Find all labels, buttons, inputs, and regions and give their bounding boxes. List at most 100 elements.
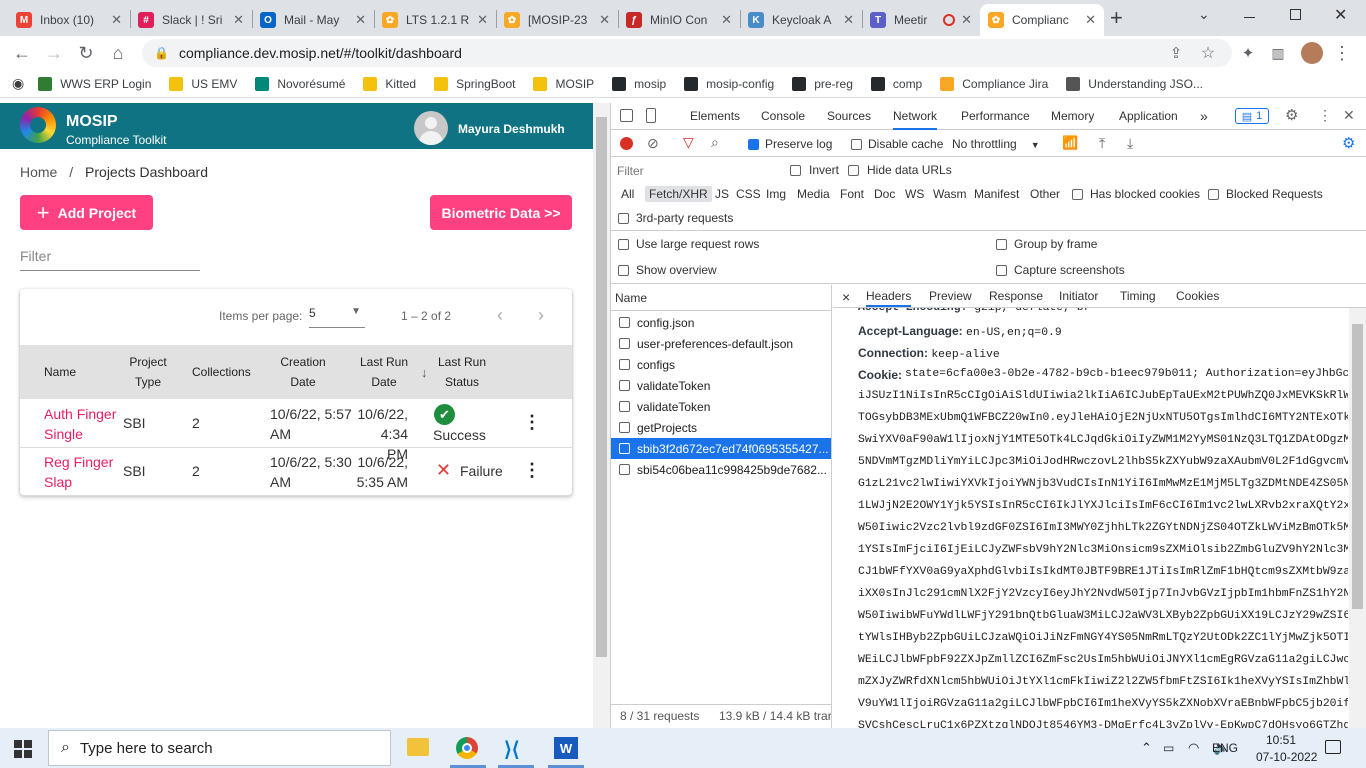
bookmark-item[interactable]: SpringBoot <box>434 76 515 91</box>
devtools-tab[interactable]: Memory <box>1051 103 1094 130</box>
browser-tab[interactable]: ✿ Complianc ✕ <box>980 4 1104 36</box>
request-type-filter[interactable]: Media <box>793 186 834 202</box>
request-type-filter[interactable]: Font <box>836 186 868 202</box>
details-scrollbar[interactable] <box>1349 308 1366 728</box>
restore-icon[interactable] <box>1290 9 1301 20</box>
request-type-filter[interactable]: JS <box>711 186 733 202</box>
chrome-icon[interactable] <box>456 737 478 759</box>
bookmark-item[interactable]: Novorésumé <box>255 76 345 91</box>
inspect-element-icon[interactable] <box>620 109 633 122</box>
bookmark-item[interactable]: pre-reg <box>792 76 853 91</box>
wifi-icon[interactable]: ◠ <box>1188 740 1199 756</box>
bookmark-star-icon[interactable]: ☆ <box>1196 41 1220 65</box>
request-type-filter[interactable]: CSS <box>732 186 765 202</box>
devtools-tab[interactable]: Network <box>893 103 938 130</box>
issues-badge[interactable]: ▤ 1 <box>1235 108 1269 124</box>
filter-input[interactable]: Filter <box>20 248 200 271</box>
close-tab-icon[interactable]: ✕ <box>233 12 244 28</box>
previous-page-icon[interactable]: ‹ <box>497 305 503 326</box>
project-name-link[interactable]: Auth Finger Single <box>44 404 116 444</box>
devtools-tab[interactable]: Application <box>1119 103 1178 130</box>
disable-cache-checkbox[interactable]: Disable cache <box>851 137 943 151</box>
close-tab-icon[interactable]: ✕ <box>721 12 732 28</box>
page-scrollbar[interactable] <box>593 103 610 728</box>
file-explorer-icon[interactable] <box>407 738 429 756</box>
language-indicator[interactable]: ENG <box>1212 741 1238 755</box>
col-name[interactable]: Name <box>44 362 76 382</box>
detail-tab[interactable]: Response <box>989 285 1043 307</box>
browser-tab[interactable]: ✿ [MOSIP-23 ✕ <box>496 4 618 36</box>
col-last-run-status[interactable]: Last Run Status <box>434 352 490 392</box>
show-hidden-icons-icon[interactable]: ⌃ <box>1141 740 1152 756</box>
bookmark-item[interactable]: comp <box>870 76 922 91</box>
search-icon[interactable]: ⌕ <box>711 134 719 151</box>
close-tab-icon[interactable]: ✕ <box>843 12 854 28</box>
export-har-icon[interactable]: ⤓ <box>1127 135 1133 152</box>
preserve-log-checkbox[interactable]: Preserve log <box>748 137 832 151</box>
breadcrumb-home[interactable]: Home <box>20 164 57 180</box>
detail-tab[interactable]: Preview <box>929 285 972 307</box>
request-item[interactable]: user-preferences-default.json <box>611 333 831 354</box>
address-bar[interactable]: 🔒 compliance.dev.mosip.net/#/toolkit/das… <box>142 39 1232 67</box>
close-tab-icon[interactable]: ✕ <box>355 12 366 28</box>
bookmark-item[interactable]: WWS ERP Login <box>38 76 151 91</box>
items-per-page-select[interactable]: 5 ▼ <box>309 306 365 328</box>
request-type-filter[interactable]: Img <box>762 186 790 202</box>
col-project-type[interactable]: Project Type <box>124 352 172 392</box>
side-panel-icon[interactable]: ▥ <box>1266 41 1290 65</box>
bookmark-item[interactable]: Understanding JSO... <box>1066 76 1203 91</box>
close-devtools-icon[interactable]: ✕ <box>1343 107 1355 124</box>
forward-icon[interactable]: → <box>42 41 66 65</box>
clock-date[interactable]: 07-10-2022 <box>1256 750 1317 764</box>
detail-tab[interactable]: Headers <box>866 285 912 307</box>
request-type-filter[interactable]: All <box>617 186 638 202</box>
request-type-filter[interactable]: WS <box>901 186 928 202</box>
record-icon[interactable] <box>620 137 633 150</box>
devtools-tab[interactable]: Console <box>761 103 805 130</box>
extensions-icon[interactable]: ✦ <box>1236 41 1260 65</box>
bookmark-item[interactable]: Kitted <box>363 76 416 91</box>
clear-icon[interactable]: ⊘ <box>647 135 659 152</box>
request-item[interactable]: validateToken <box>611 375 831 396</box>
settings-gear-icon[interactable]: ⚙ <box>1285 106 1298 124</box>
request-type-filter[interactable]: Fetch/XHR <box>645 186 712 202</box>
add-project-button[interactable]: + Add Project <box>20 195 153 230</box>
browser-tab[interactable]: T Meetir ✕ <box>862 4 980 36</box>
kebab-menu-icon[interactable]: ⋮ <box>1330 41 1354 65</box>
more-tabs-icon[interactable]: » <box>1200 108 1208 124</box>
devtools-tab[interactable]: Elements <box>690 103 740 130</box>
request-item[interactable]: getProjects <box>611 417 831 438</box>
browser-tab[interactable]: K Keycloak A ✕ <box>740 4 862 36</box>
devtools-tab[interactable]: Sources <box>827 103 871 130</box>
close-tab-icon[interactable]: ✕ <box>477 12 488 28</box>
close-tab-icon[interactable]: ✕ <box>1085 12 1096 28</box>
chevron-down-icon[interactable]: ⌄ <box>1198 6 1210 23</box>
request-type-filter[interactable]: Manifest <box>970 186 1023 202</box>
throttling-select[interactable]: No throttling ▼ <box>952 137 1040 151</box>
bookmark-item[interactable]: US EMV <box>169 76 237 91</box>
windows-start-icon[interactable] <box>14 740 32 758</box>
reload-icon[interactable]: ↻ <box>74 41 98 65</box>
battery-icon[interactable]: ▭ <box>1163 741 1174 755</box>
detail-tab[interactable]: Timing <box>1120 285 1156 307</box>
word-icon[interactable]: W <box>554 737 578 759</box>
browser-tab[interactable]: O Mail - May ✕ <box>252 4 374 36</box>
vscode-icon[interactable]: ⟩⟨ <box>504 737 520 762</box>
bookmark-item[interactable]: mosip-config <box>684 76 774 91</box>
notifications-icon[interactable] <box>1325 740 1341 754</box>
apps-icon[interactable]: ◉ <box>12 75 24 92</box>
devtools-tab[interactable]: Performance <box>961 103 1030 130</box>
device-toolbar-icon[interactable] <box>646 108 656 123</box>
close-tab-icon[interactable]: ✕ <box>111 12 122 28</box>
name-column-header[interactable]: Name <box>615 291 647 305</box>
browser-tab[interactable]: M Inbox (10) ✕ <box>8 4 130 36</box>
home-icon[interactable]: ⌂ <box>106 41 130 65</box>
request-item[interactable]: configs <box>611 354 831 375</box>
close-window-icon[interactable]: ✕ <box>1334 5 1347 25</box>
network-settings-gear-icon[interactable]: ⚙ <box>1342 134 1355 152</box>
devtools-menu-icon[interactable]: ⋮ <box>1318 107 1332 124</box>
bookmark-item[interactable]: MOSIP <box>533 76 594 91</box>
close-tab-icon[interactable]: ✕ <box>599 12 610 28</box>
back-icon[interactable]: ← <box>10 41 34 65</box>
taskbar-search-input[interactable]: ⌕ Type here to search <box>48 730 391 766</box>
